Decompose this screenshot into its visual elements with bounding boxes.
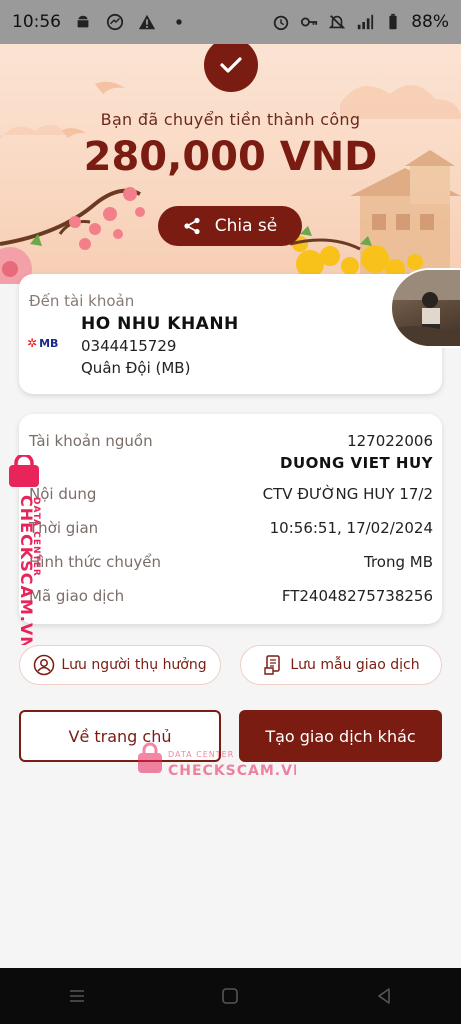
back-icon[interactable] [374,986,394,1006]
save-recipient-label: Lưu người thụ hưởng [61,657,207,673]
save-template-label: Lưu mẫu giao dịch [290,657,420,673]
recipient-bank-name: Quân Đội (MB) [81,359,191,377]
transfer-method-value: Trong MB [363,553,433,571]
save-template-button[interactable]: Lưu mẫu giao dịch [240,645,442,685]
mb-bank-logo: ✲ MB [27,336,59,350]
dot-icon [169,12,189,32]
recipient-card: Đến tài khoản ✲ MB HO NHU KHANH 03444157… [19,274,442,394]
key-icon [299,12,319,32]
alarm-icon [271,12,291,32]
save-recipient-button[interactable]: Lưu người thụ hưởng [19,645,221,685]
star-icon: ✲ [27,336,38,350]
mute-icon [327,12,347,32]
recipient-name: HO NHU KHANH [81,314,239,334]
status-time: 10:56 [12,12,61,32]
transfer-method-row: Hình thức chuyển Trong MB [29,553,433,571]
to-account-label: Đến tài khoản [29,292,135,310]
document-icon [264,655,281,675]
source-account-value: 127022006 [347,432,433,450]
time-value: 10:56:51, 17/02/2024 [269,519,433,537]
user-circle-icon [34,654,55,676]
home-icon[interactable] [220,986,240,1006]
transaction-details-card: Tài khoản nguồn 127022006 DUONG VIET HUY… [19,414,442,624]
status-bar: 10:56 88% [0,0,461,44]
success-banner: Bạn đã chuyển tiền thành công 280,000 VN… [0,44,461,284]
battery-level: 88% [411,12,449,32]
share-label: Chia sẻ [214,216,278,236]
battery-icon [383,12,403,32]
share-icon [184,217,200,235]
transaction-code-value: FT24048275738256 [281,587,433,605]
share-button[interactable]: Chia sẻ [158,206,302,246]
user-avatar-photo [390,268,461,348]
system-navigation-bar [0,968,461,1024]
messenger-icon [105,12,125,32]
transfer-amount: 280,000 VND [83,134,378,180]
center-watermark-main: CHECKSCAM.VN [168,763,296,779]
recipient-account-number: 0344415729 [81,337,177,355]
signal-icon [355,12,375,32]
lock-icon [9,455,39,487]
time-row: Thời gian 10:56:51, 17/02/2024 [29,519,433,537]
source-account-label: Tài khoản nguồn [29,432,153,450]
side-watermark-sub: DATA CENTER [31,497,41,577]
transaction-code-row: Mã giao dịch FT24048275738256 [29,587,433,605]
center-watermark-sub: DATA CENTER [168,750,234,759]
source-account-name: DUONG VIET HUY [280,454,433,472]
success-message: Bạn đã chuyển tiền thành công [100,110,361,129]
lock-icon [138,742,162,773]
warning-icon [137,12,157,32]
checkscam-side-watermark: CHECKSCAM.VN DATA CENTER [9,455,41,645]
source-account-row: Tài khoản nguồn 127022006 [29,432,433,450]
android-icon [73,12,93,32]
content-value: CTV ĐƯỜNG HUY 17/2 [262,485,433,503]
checkscam-center-watermark: DATA CENTER CHECKSCAM.VN [138,742,296,779]
recent-apps-icon[interactable] [67,986,87,1006]
content-row: Nội dung CTV ĐƯỜNG HUY 17/2 [29,485,433,503]
